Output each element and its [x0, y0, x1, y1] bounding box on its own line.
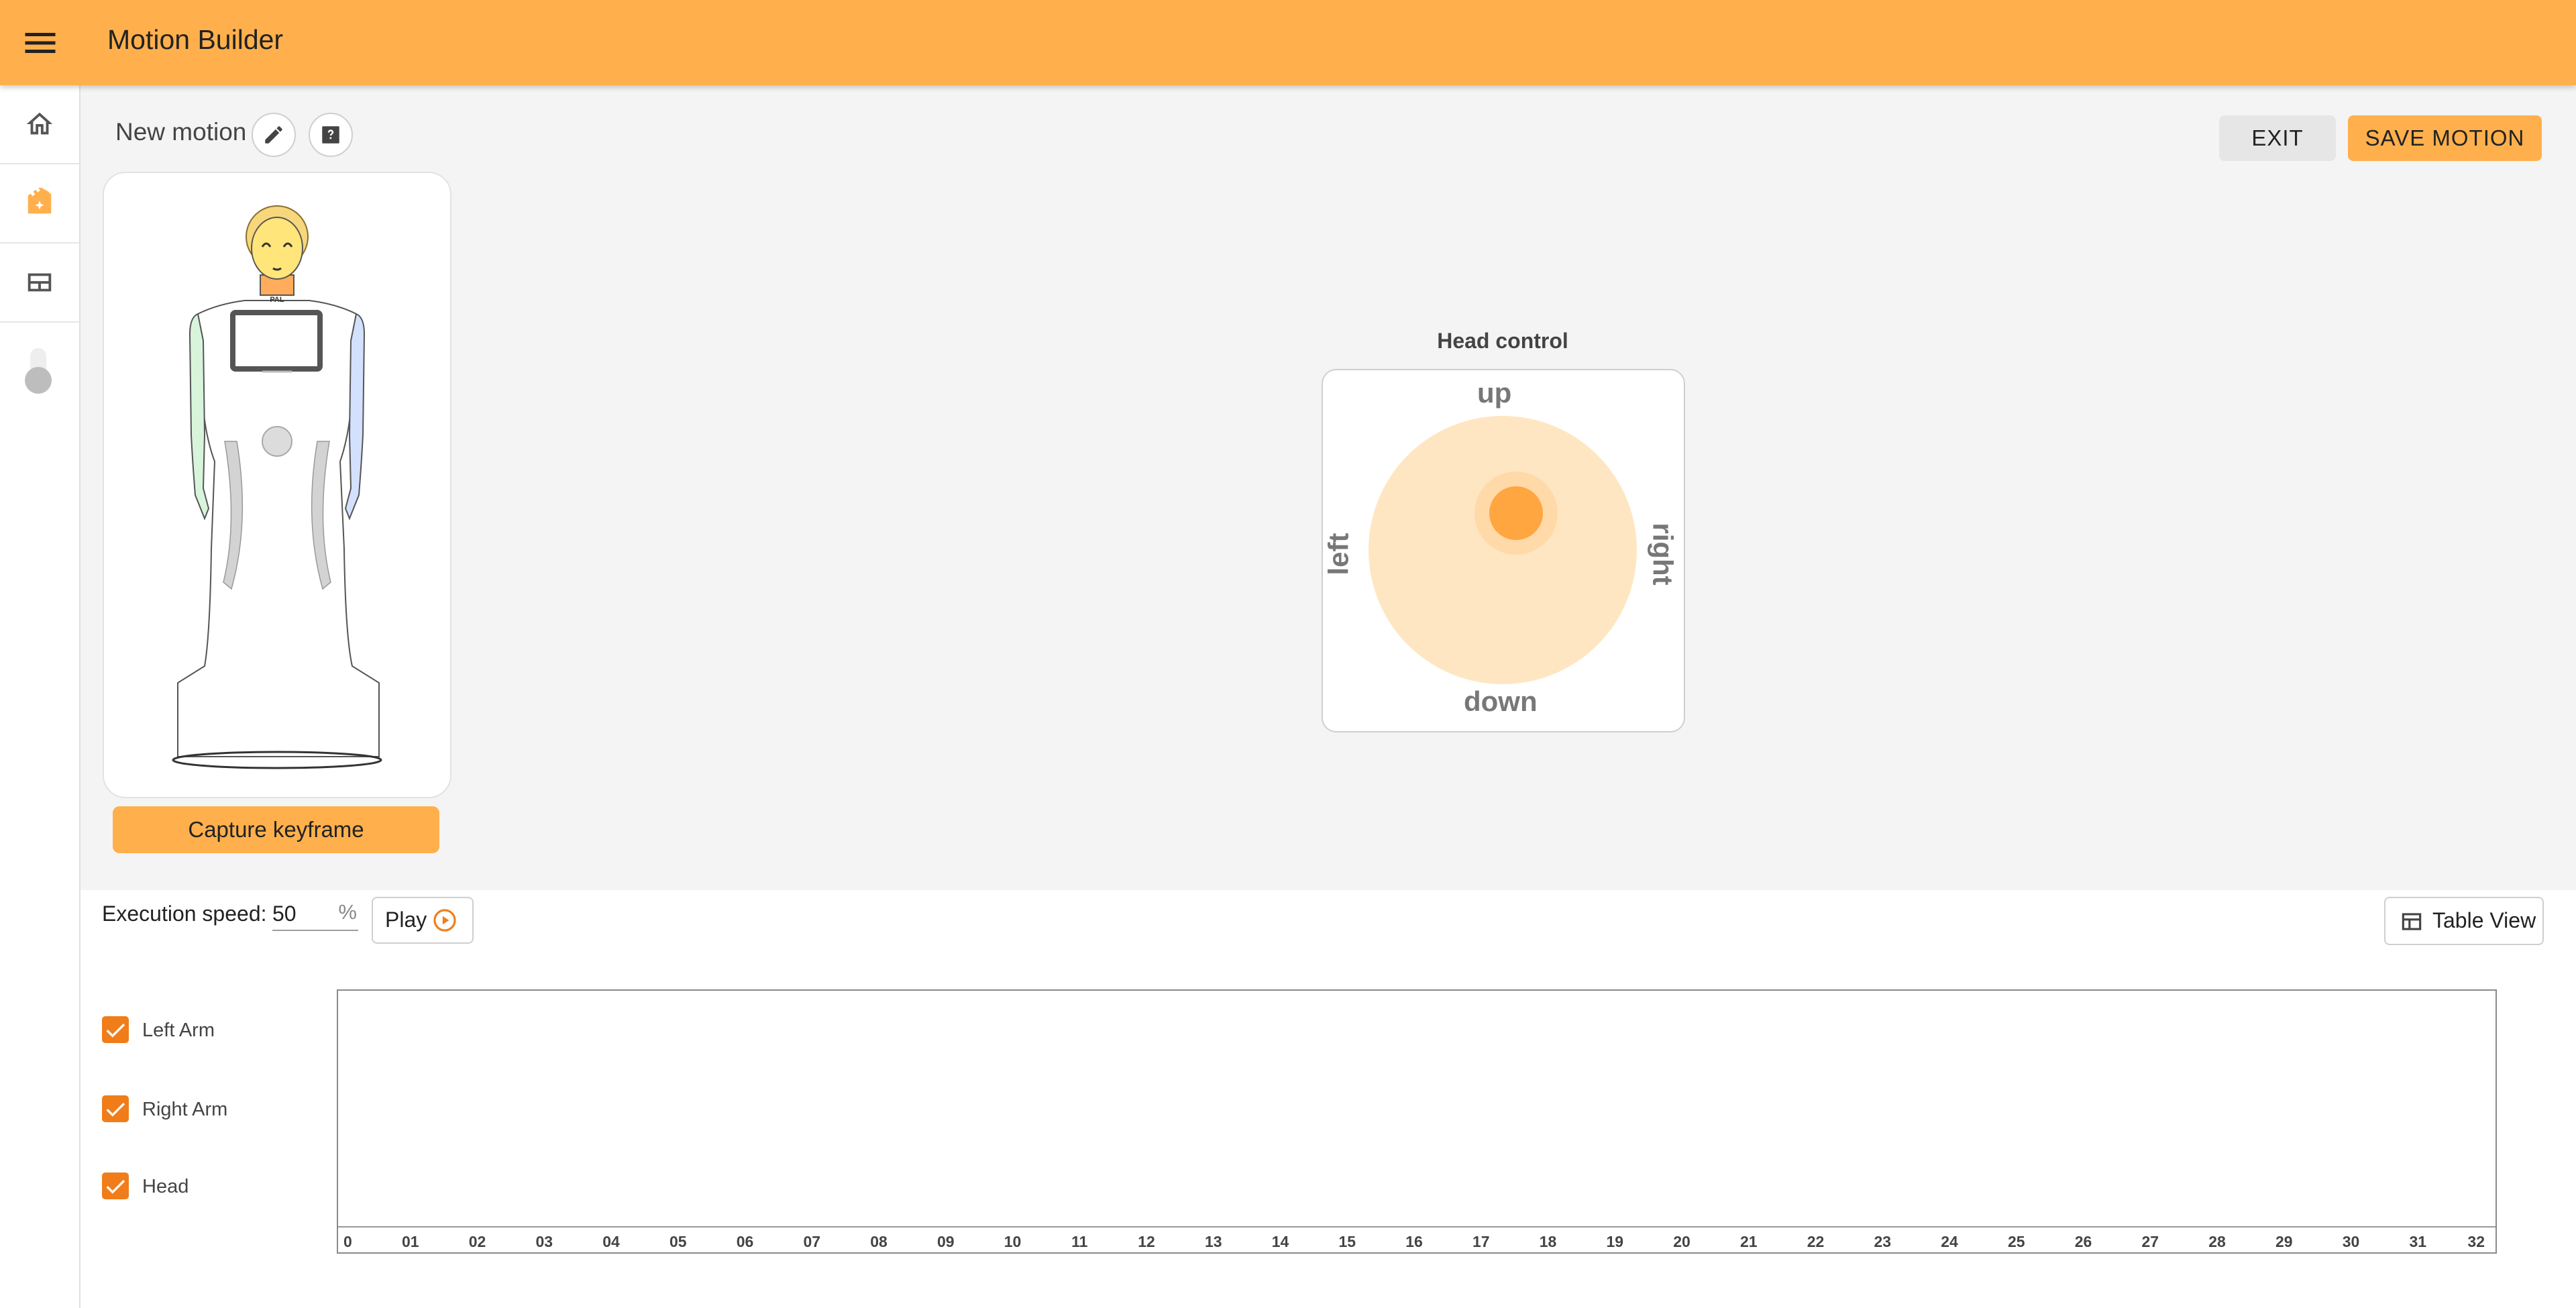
timeline-tick-label: 21: [1740, 1233, 1758, 1250]
execution-speed-unit: %: [338, 900, 357, 924]
head-right-label: right: [1647, 523, 1679, 586]
execution-speed-input[interactable]: 50 %: [272, 900, 358, 931]
timeline-tick-label: 19: [1606, 1233, 1623, 1250]
pencil-icon: [265, 126, 282, 144]
robot-figure-card: PAL: [103, 172, 451, 798]
help-button[interactable]: [309, 113, 353, 157]
keyframe-timeline[interactable]: 0 01 02 03 04 05 06 07 08 09 10 11 12 13 14 15 16 17 18 19 2…: [337, 989, 2497, 1254]
toggle-switch-icon[interactable]: [20, 345, 56, 402]
app-bar: Motion Builder: [0, 0, 2576, 85]
chest-label: PAL: [270, 296, 284, 304]
timeline-tick-label: 04: [602, 1233, 620, 1250]
home-icon: [26, 112, 53, 135]
capture-keyframe-button[interactable]: Capture keyframe: [113, 806, 439, 853]
timeline-tick-label: 29: [2275, 1233, 2293, 1250]
play-label: Play: [385, 908, 427, 932]
sidebar-item-motion-builder[interactable]: [0, 164, 79, 243]
timeline-tick-label: 20: [1673, 1233, 1690, 1250]
timeline-tick-label: 18: [1540, 1233, 1557, 1250]
timeline-axis: 0 01 02 03 04 05 06 07 08 09 10 11 12 13 14 15 16 17 18 19 2…: [338, 1226, 2496, 1250]
execution-speed-label: Execution speed:: [102, 902, 267, 926]
timeline-tick-label: 02: [469, 1233, 486, 1250]
timeline-tick-label: 32: [2467, 1233, 2485, 1250]
checkbox-checked-icon[interactable]: [102, 1016, 129, 1043]
exit-button[interactable]: EXIT: [2219, 115, 2336, 161]
timeline-tick-label: 12: [1138, 1233, 1155, 1250]
timeline-tick-label: 14: [1272, 1233, 1289, 1250]
timeline-tick-label: 13: [1205, 1233, 1222, 1250]
table-icon: [2402, 913, 2422, 930]
help-box-icon: [322, 126, 339, 144]
timeline-tick-label: 16: [1405, 1233, 1423, 1250]
motion-name: New motion: [115, 118, 247, 146]
timeline-tick-label: 06: [737, 1233, 754, 1250]
joystick-knob[interactable]: [1489, 486, 1543, 540]
timeline-tick-label: 28: [2208, 1233, 2226, 1250]
timeline-tick-label: 0: [343, 1233, 352, 1250]
timeline-tick-label: 31: [2409, 1233, 2426, 1250]
timeline-tick-label: 11: [1071, 1233, 1088, 1250]
checkbox-label: Right Arm: [142, 1099, 228, 1120]
menu-icon[interactable]: [20, 23, 60, 63]
timeline-tick-label: 30: [2343, 1233, 2360, 1250]
timeline-tick-label: 24: [1941, 1233, 1958, 1250]
timeline-tick-label: 26: [2075, 1233, 2092, 1250]
timeline-tick-label: 23: [1874, 1233, 1891, 1250]
timeline-tick-label: 27: [2141, 1233, 2159, 1250]
timeline-tick-label: 07: [803, 1233, 820, 1250]
head-up-label: up: [1477, 377, 1512, 408]
execution-speed-value[interactable]: 50: [272, 902, 297, 926]
timeline-tick-label: 17: [1472, 1233, 1490, 1250]
timeline-tick-label: 05: [669, 1233, 687, 1250]
head-left-label: left: [1322, 533, 1354, 576]
timeline-tick-label: 10: [1004, 1233, 1022, 1250]
head-shape[interactable]: [246, 205, 309, 296]
movie-sparkle-icon: [28, 188, 52, 214]
robot-figure: PAL: [172, 205, 382, 769]
timeline-tick-label: 25: [2008, 1233, 2025, 1250]
dashboard-layout-icon: [28, 273, 52, 292]
edit-name-button[interactable]: [252, 113, 296, 157]
checkbox-checked-icon[interactable]: [102, 1095, 129, 1122]
timeline-tick-label: 22: [1807, 1233, 1825, 1250]
timeline-tick-label: 15: [1338, 1233, 1356, 1250]
timeline-tick-label: 08: [870, 1233, 888, 1250]
timeline-tick-label: 01: [402, 1233, 419, 1250]
head-control-title: Head control: [1437, 329, 1568, 353]
sidebar-item-home[interactable]: [0, 85, 79, 164]
sidebar: [0, 85, 80, 1308]
table-view-button[interactable]: Table View: [2384, 897, 2544, 945]
checkbox-checked-icon[interactable]: [102, 1173, 129, 1199]
sidebar-item-layout[interactable]: [0, 243, 79, 323]
play-button[interactable]: Play: [372, 897, 474, 944]
head-control-pad[interactable]: up down left right: [1322, 369, 1685, 732]
play-circle-outline-icon: [433, 909, 456, 932]
table-view-label: Table View: [2432, 908, 2536, 932]
checkbox-label: Left Arm: [142, 1020, 215, 1041]
timeline-tick-label: 03: [535, 1233, 553, 1250]
checkbox-label: Head: [142, 1176, 189, 1197]
head-down-label: down: [1464, 686, 1538, 717]
save-motion-button[interactable]: SAVE MOTION: [2348, 115, 2542, 161]
timeline-tick-label: 09: [937, 1233, 955, 1250]
app-title: Motion Builder: [107, 24, 284, 55]
